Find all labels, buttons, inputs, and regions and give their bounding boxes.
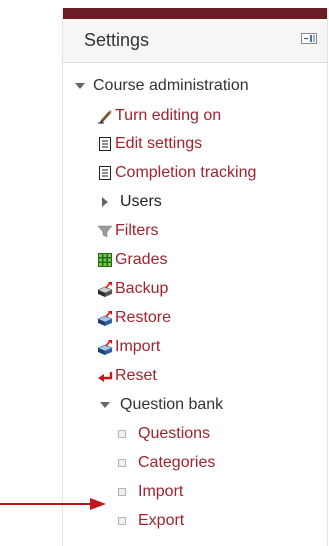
edit-settings-label: Edit settings <box>115 135 203 152</box>
completion-tracking-label: Completion tracking <box>115 164 257 181</box>
import-label: Import <box>115 338 161 355</box>
collapsed-triangle-icon <box>102 197 108 207</box>
grades-link[interactable]: Grades <box>97 248 167 272</box>
bullet-icon <box>118 517 126 525</box>
reset-label: Reset <box>115 367 157 384</box>
bullet-icon <box>118 459 126 467</box>
document-icon <box>99 137 111 151</box>
expanded-triangle-icon <box>100 402 110 408</box>
red-arrow-icon <box>0 498 106 510</box>
categories-link[interactable]: Categories <box>118 451 215 475</box>
restore-link[interactable]: Restore <box>97 306 171 330</box>
filters-label: Filters <box>115 222 159 239</box>
block-header: Settings <box>63 19 327 63</box>
backup-label: Backup <box>115 280 169 297</box>
restore-icon <box>97 311 113 326</box>
expanded-triangle-icon <box>75 83 85 89</box>
users-label: Users <box>120 193 162 210</box>
course-administration-label: Course administration <box>93 77 249 94</box>
dock-block-icon[interactable] <box>301 33 317 44</box>
edit-settings-link[interactable]: Edit settings <box>97 132 202 156</box>
questions-link[interactable]: Questions <box>118 422 210 446</box>
bullet-icon <box>118 430 126 438</box>
question-import-label: Import <box>138 483 184 500</box>
completion-tracking-link[interactable]: Completion tracking <box>97 161 256 185</box>
course-administration-node[interactable]: Course administration <box>74 74 249 98</box>
block-title: Settings <box>84 30 150 50</box>
export-link[interactable]: Export <box>118 509 184 533</box>
block-top-bar <box>63 8 327 19</box>
questions-label: Questions <box>138 425 211 442</box>
categories-label: Categories <box>138 454 216 471</box>
pencil-icon <box>98 110 112 124</box>
restore-label: Restore <box>115 309 172 326</box>
bullet-icon <box>118 488 126 496</box>
import-link[interactable]: Import <box>97 335 160 359</box>
reset-icon <box>98 372 113 382</box>
question-bank-node[interactable]: Question bank <box>99 393 223 417</box>
funnel-icon <box>97 225 113 238</box>
settings-block: Settings Course administration Turn edit… <box>62 8 328 546</box>
grades-label: Grades <box>115 251 168 268</box>
reset-link[interactable]: Reset <box>97 364 157 388</box>
export-label: Export <box>138 512 185 529</box>
question-bank-label: Question bank <box>120 396 224 413</box>
import-icon <box>97 340 113 355</box>
question-import-link[interactable]: Import <box>118 480 183 504</box>
turn-editing-on-link[interactable]: Turn editing on <box>97 104 221 128</box>
grades-icon <box>98 253 112 267</box>
document-icon <box>99 166 111 180</box>
filters-link[interactable]: Filters <box>97 219 159 243</box>
turn-editing-on-label: Turn editing on <box>115 107 222 124</box>
backup-icon <box>97 282 113 297</box>
backup-link[interactable]: Backup <box>97 277 168 301</box>
users-node[interactable]: Users <box>99 190 162 214</box>
screenshot-stage: Settings Course administration Turn edit… <box>0 0 329 546</box>
